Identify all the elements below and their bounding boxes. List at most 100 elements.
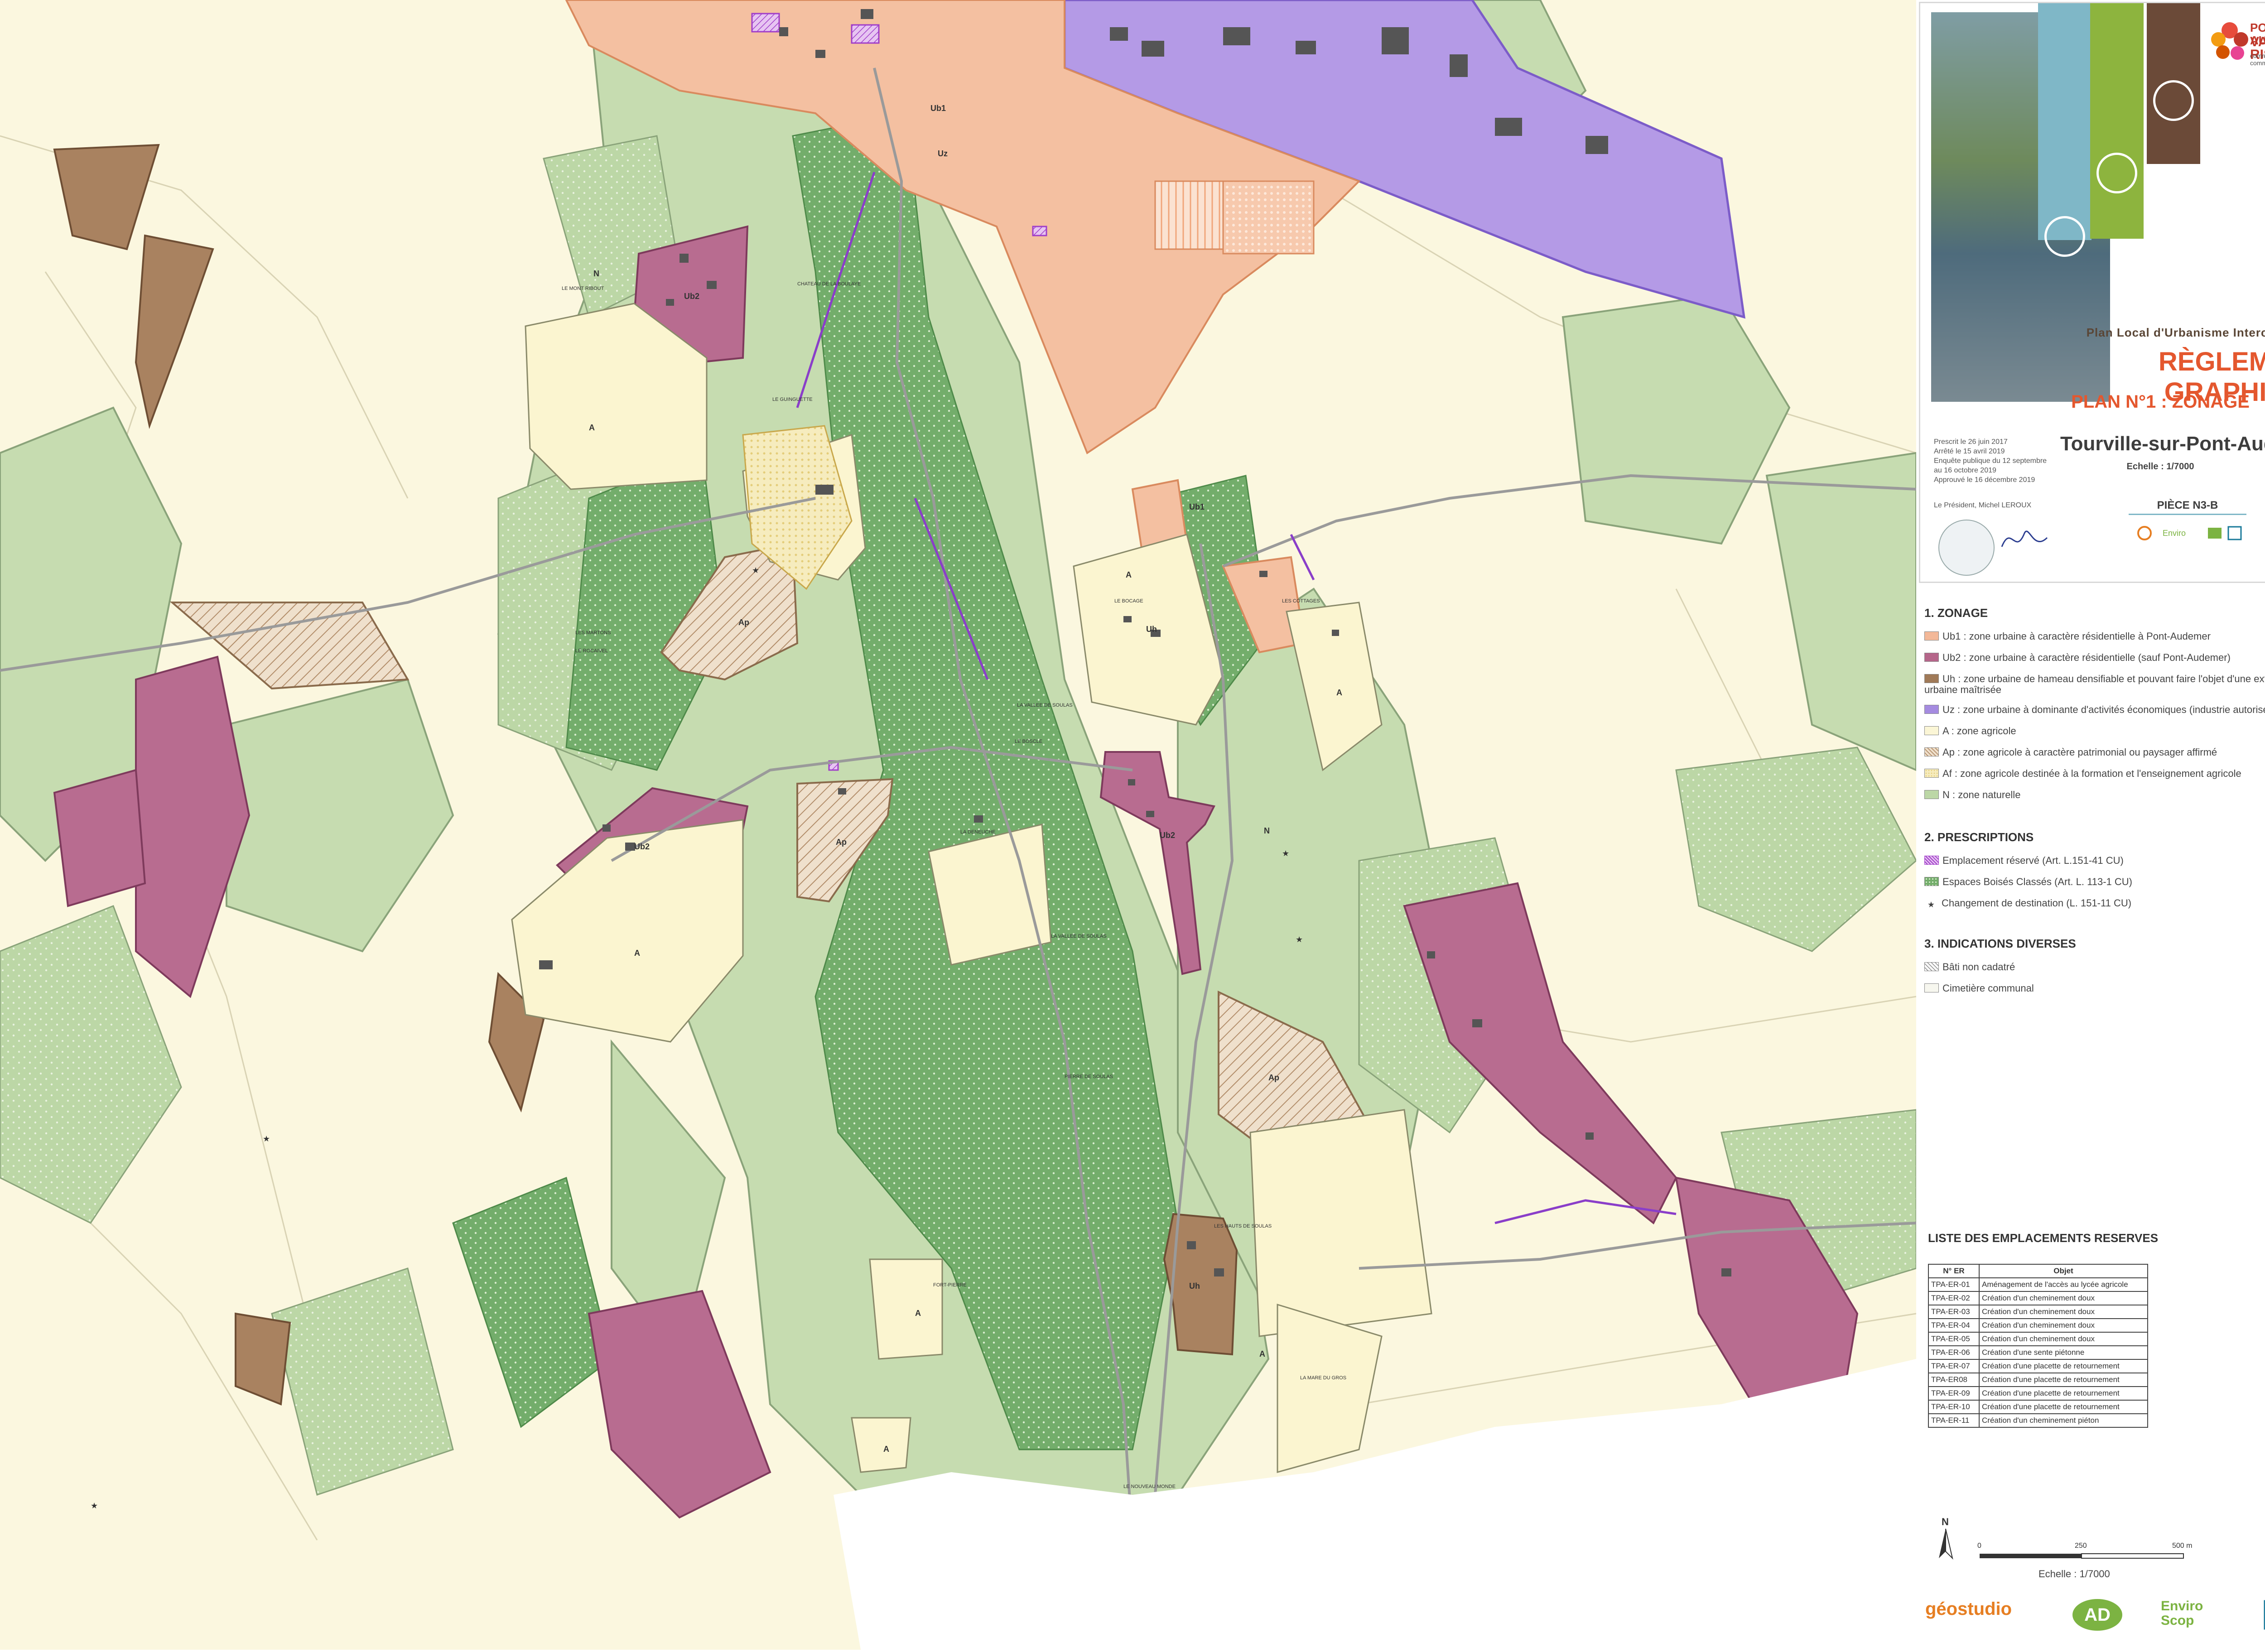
teal-band xyxy=(2038,3,2092,257)
map-label-ub2-center: Ub2 xyxy=(1160,831,1175,840)
legend-zonage-title: 1. ZONAGE xyxy=(1924,606,1988,620)
signature xyxy=(2001,530,2048,547)
star-icon: ★ xyxy=(1927,900,1935,910)
scale-bar: 0 250 500 m xyxy=(1977,1542,2192,1559)
brown-band xyxy=(2147,3,2200,164)
svg-text:★: ★ xyxy=(1282,849,1289,858)
partner-small-logos: Enviro xyxy=(2137,526,2242,540)
legend-label: Af : zone agricole destinée à la formati… xyxy=(1942,768,2241,779)
legend-item-uz: Uz : zone urbaine à dominante d'activité… xyxy=(1924,704,2265,715)
map-label-n-2: N xyxy=(593,269,599,278)
legend-item-bati: Bâti non cadatré xyxy=(1924,962,2265,973)
document-type: Plan Local d'Urbanisme Intercommunal xyxy=(2086,326,2265,339)
legend-label: Emplacement réservé (Art. L.151-41 CU) xyxy=(1942,855,2124,866)
legend-item-ebc: Espaces Boisés Classés (Art. L. 113-1 CU… xyxy=(1924,877,2265,887)
legend-item-a: A : zone agricole xyxy=(1924,726,2265,737)
map-label-ub2-north: Ub2 xyxy=(684,292,699,301)
procedure-dates: Prescrit le 26 juin 2017 Arrêté le 15 av… xyxy=(1934,437,2074,485)
cell-object: Création d'une placette de retournement xyxy=(1979,1373,2148,1387)
legend-item-n: N : zone naturelle xyxy=(1924,790,2265,800)
place-label: LE BOSCLE xyxy=(1015,739,1042,744)
map-label-a-5: A xyxy=(1259,1349,1265,1358)
table-header-row: N° ER Objet xyxy=(1928,1264,2148,1278)
green-band xyxy=(2090,3,2144,239)
legend-item-ub2: Ub2 : zone urbaine à caractère résidenti… xyxy=(1924,652,2265,663)
date-line: Prescrit le 26 juin 2017 xyxy=(1934,438,2008,446)
svg-text:Enviro: Enviro xyxy=(2163,529,2186,538)
map-label-a-4: A xyxy=(915,1309,921,1318)
legend-label: Ap : zone agricole à caractère patrimoni… xyxy=(1942,747,2217,758)
place-label: LES MARTONS xyxy=(575,630,611,636)
piece-number: PIÈCE N3-B xyxy=(2129,499,2246,515)
legend-label: A : zone agricole xyxy=(1942,725,2016,737)
map-canvas: Ub1 Uz Ub2 A Ap Ub2 Ap A Uh Ub1 A Ub2 N … xyxy=(0,0,1917,1650)
cell-er: TPA-ER-10 xyxy=(1928,1400,1980,1414)
legend-label: Espaces Boisés Classés (Art. L. 113-1 CU… xyxy=(1942,876,2132,887)
place-label: LA DENEUCHE xyxy=(960,829,996,835)
table-row: TPA-ER-11 Création d'un cheminement piéto… xyxy=(1928,1413,2148,1428)
map-label-ap-2: Ap xyxy=(836,838,847,847)
place-label: LA MARE DU GROS xyxy=(1300,1375,1346,1381)
place-label: LA VALLEE DE SOULAS xyxy=(1051,934,1107,939)
legend-label: N : zone naturelle xyxy=(1942,789,2021,800)
map-label-a-3: A xyxy=(1336,688,1342,697)
svg-text:★: ★ xyxy=(1296,935,1303,944)
table-row: TPA-ER-04 Création d'un cheminement doux xyxy=(1928,1318,2148,1333)
legend-item-reserved: Emplacement réservé (Art. L.151-41 CU) xyxy=(1924,855,2265,866)
place-label: LE ROCAIVEL xyxy=(575,648,608,654)
map-label-n-1: N xyxy=(1264,826,1270,835)
date-line: Enquête publique du 12 septembre xyxy=(1934,457,2047,465)
ddtm-logo-icon xyxy=(2264,1600,2265,1630)
map-label-uz: Uz xyxy=(938,149,948,158)
table-row: TPA-ER-07 Création d'une placette de reto… xyxy=(1928,1359,2148,1373)
map-label-a-1: A xyxy=(589,423,595,432)
plan-title: PLAN N°1 : ZONAGE xyxy=(2071,392,2250,412)
cell-er: TPA-ER08 xyxy=(1928,1373,1980,1387)
scale-tick: 250 xyxy=(2075,1542,2087,1550)
scale-tick: 500 m xyxy=(2172,1542,2192,1550)
legend-item-ub1: Ub1 : zone urbaine à caractère résidenti… xyxy=(1924,631,2265,642)
place-label: LA VALLEE DE SOULAS xyxy=(1017,703,1073,708)
cartouche-scale: Echelle : 1/7000 xyxy=(2126,462,2194,472)
cell-er: TPA-ER-05 xyxy=(1928,1332,1980,1346)
cell-object: Aménagement de l'accès au lycée agricole xyxy=(1979,1277,2148,1292)
table-row: TPA-ER-05 Création d'un cheminement doux xyxy=(1928,1332,2148,1346)
zoning-map[interactable]: Ub1 Uz Ub2 A Ap Ub2 Ap A Uh Ub1 A Ub2 N … xyxy=(0,0,1917,1650)
legend-item-af: Af : zone agricole destinée à la formati… xyxy=(1924,768,2265,779)
cell-object: Création d'un cheminement doux xyxy=(1979,1305,2148,1319)
map-label-ub2-west: Ub2 xyxy=(634,842,650,851)
head-icon xyxy=(2044,216,2085,257)
map-label-a-6: A xyxy=(883,1445,889,1454)
cell-er: TPA-ER-02 xyxy=(1928,1291,1980,1305)
table-row: TPA-ER-03 Création d'un cheminement doux xyxy=(1928,1305,2148,1319)
reserved-locations-table: N° ER Objet TPA-ER-01 Aménagement de l'ac… xyxy=(1928,1264,2148,1428)
geostudio-logo: géostudio xyxy=(1925,1599,2012,1619)
legend-item-uh: Uh : zone urbaine de hameau densifiable … xyxy=(1924,674,2265,695)
enviroscop-logo: Enviro Scop xyxy=(2161,1599,2203,1628)
legend-label: Ub2 : zone urbaine à caractère résidenti… xyxy=(1942,652,2231,663)
legend-label: Cimetière communal xyxy=(1942,983,2034,994)
cell-object: Création d'un cheminement piéton xyxy=(1979,1413,2148,1428)
cell-object: Création d'une sente piétonne xyxy=(1979,1345,2148,1360)
legend-label: Uz : zone urbaine à dominante d'activité… xyxy=(1942,704,2265,715)
place-label: LES HAUTS DE SOULAS xyxy=(1214,1223,1272,1229)
map-label-uh-1: Uh xyxy=(1146,625,1157,634)
legend-item-cemetery: Cimetière communal xyxy=(1924,983,2265,994)
president-line: Le Président, Michel LEROUX xyxy=(1934,501,2032,509)
pont-audemer-logo: PONT-AUDEMER VAL DE RISLE communauté de … xyxy=(2205,12,2265,76)
header-er-number: N° ER xyxy=(1928,1264,1980,1278)
cell-er: TPA-ER-06 xyxy=(1928,1345,1980,1360)
logo-sub: communauté de communes xyxy=(2250,52,2265,67)
cell-er: TPA-ER-07 xyxy=(1928,1359,1980,1373)
table-row: TPA-ER-02 Création d'un cheminement doux xyxy=(1928,1291,2148,1305)
table-row: TPA-ER-10 Création d'une placette de reto… xyxy=(1928,1400,2148,1414)
legend-label: Ub1 : zone urbaine à caractère résidenti… xyxy=(1942,631,2211,642)
cell-object: Création d'une placette de retournement xyxy=(1979,1400,2148,1414)
map-label-a-7: A xyxy=(1126,570,1132,579)
legend-prescriptions-title: 2. PRESCRIPTIONS xyxy=(1924,830,2034,844)
legend-label: Uh : zone urbaine de hameau densifiable … xyxy=(1924,673,2265,695)
north-arrow-icon: N xyxy=(1939,1516,1953,1560)
svg-text:★: ★ xyxy=(752,566,759,575)
north-label: N xyxy=(1942,1516,1949,1527)
date-line: au 16 octobre 2019 xyxy=(1934,467,1996,474)
